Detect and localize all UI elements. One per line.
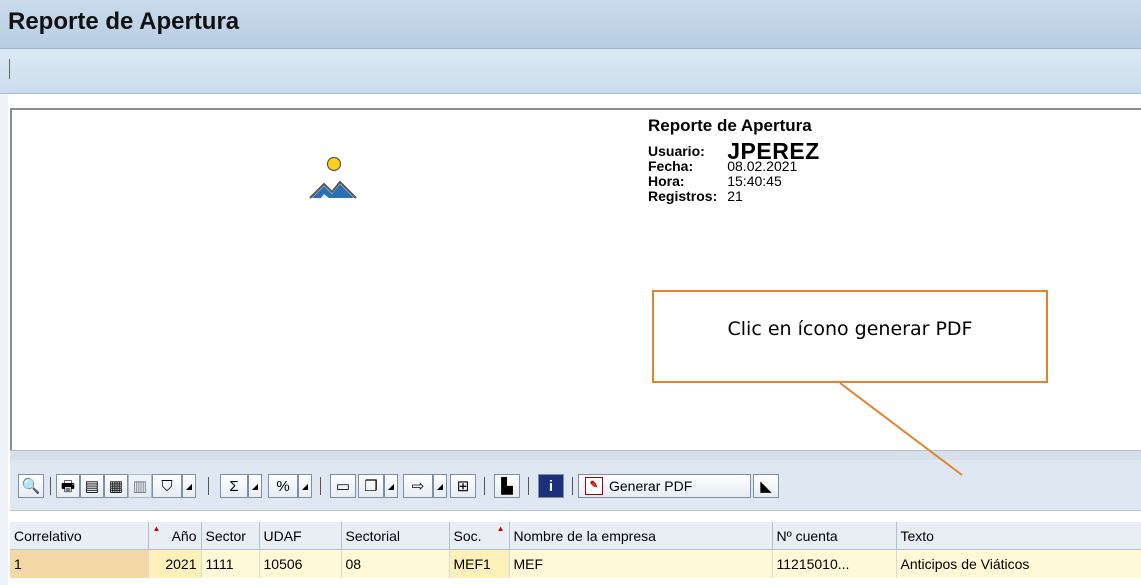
toolbar-separator (528, 477, 529, 495)
filter-dropdown[interactable]: ◢ (182, 474, 196, 498)
layout-icon: ▥ (132, 477, 148, 495)
table-cell[interactable]: 1111 (201, 549, 260, 578)
spreadsheet-button[interactable]: ⊞ (450, 474, 476, 498)
graphic-button[interactable]: ◣ (753, 474, 779, 498)
picture-placeholder-icon (309, 156, 357, 199)
export-dropdown[interactable]: ◢ (433, 474, 447, 498)
print-preview-icon: ▭ (335, 477, 351, 495)
spreadsheet-icon: ⊞ (456, 477, 470, 495)
subtotal-icon: % (276, 477, 290, 495)
toolbar-separator (208, 477, 209, 495)
view-button[interactable]: ▤ (80, 474, 104, 498)
callout-text: Clic en ícono generar PDF (727, 318, 973, 340)
grid-header-row: Correlativo ▲ Año Sector UDAF Sectorial S… (10, 522, 1141, 550)
time-value: 15:40:45 (727, 173, 782, 189)
report-header-panel: Reporte de Apertura Usuario: JPEREZ Fech… (10, 108, 1141, 450)
column-header[interactable]: Nº cuenta (772, 522, 897, 550)
toolbar-separator (484, 477, 485, 495)
graphic-icon: ◣ (760, 477, 772, 495)
triangle-down-icon: ◢ (185, 481, 193, 491)
column-header[interactable]: UDAF (259, 522, 342, 550)
generar-pdf-label: Generar PDF (609, 478, 693, 494)
triangle-down-icon: ◢ (387, 481, 395, 491)
report-grid: Correlativo ▲ Año Sector UDAF Sectorial S… (10, 522, 1141, 578)
column-header[interactable]: Soc. ▲ (449, 522, 510, 550)
print-preview-button[interactable]: ▭ (330, 474, 356, 498)
time-label: Hora: (648, 173, 685, 189)
table-cell[interactable]: Anticipos de Viáticos (896, 549, 1141, 578)
pdf-icon: ✎ (585, 477, 603, 495)
sum-icon: Σ (229, 477, 239, 495)
user-value: JPEREZ (727, 138, 820, 164)
generar-pdf-button[interactable]: ✎ Generar PDF (578, 474, 751, 498)
date-label: Fecha: (648, 158, 694, 174)
layout-button[interactable]: ▥ (128, 474, 152, 498)
report-title: Reporte de Apertura (648, 116, 812, 135)
word-processing-icon: ❐ (364, 477, 378, 495)
export-button[interactable]: ⇨ (403, 474, 433, 498)
title-bar: Reporte de Apertura (0, 0, 1141, 49)
word-processing-button[interactable]: ❐ (358, 474, 384, 498)
user-label: Usuario: (648, 143, 705, 159)
filter-icon: ⛉ (161, 477, 173, 495)
toolbar-separator (50, 477, 51, 495)
sum-button[interactable]: Σ (220, 474, 248, 498)
sum-dropdown[interactable]: ◢ (248, 474, 262, 498)
toolbar-separator (320, 477, 321, 495)
subtotal-button[interactable]: % (268, 474, 298, 498)
report-meta-table: Usuario: JPEREZ Fecha: 08.02.2021 Hora: … (648, 138, 820, 204)
instruction-callout: Clic en ícono generar PDF (652, 290, 1048, 383)
records-label: Registros: (648, 188, 718, 204)
print-icon: 🖶 (60, 477, 76, 495)
records-value: 21 (727, 188, 743, 204)
grid-toolbar: 🔍 🖶 ▤ ▦ ▥ ⛉ ◢ Σ ◢ % ◢ ▭ ❐ ◢ ⇨ ◢ ⊞ ▙ i ✎ … (10, 460, 1141, 511)
details-icon: 🔍 (21, 477, 41, 495)
info-button[interactable]: i (538, 474, 564, 498)
subtotal-dropdown[interactable]: ◢ (298, 474, 312, 498)
table-cell[interactable]: 1 (10, 549, 149, 578)
column-header[interactable]: Nombre de la empresa (509, 522, 773, 550)
sort-ascending-icon: ▲ (152, 524, 161, 533)
column-header[interactable]: Sector (201, 522, 260, 550)
table-cell[interactable]: 11215010... (772, 549, 897, 578)
abc-analysis-icon: ▙ (501, 477, 513, 495)
print-button[interactable]: 🖶 (56, 474, 80, 498)
table-cell[interactable]: MEF (509, 549, 773, 578)
table-cell[interactable]: 2021 (148, 549, 202, 578)
column-header[interactable]: Sectorial (341, 522, 450, 550)
column-header[interactable]: Correlativo (10, 522, 149, 550)
triangle-down-icon: ◢ (436, 481, 444, 491)
toolbar-separator (9, 59, 10, 79)
column-header[interactable]: Texto (896, 522, 1141, 550)
save-layout-icon: ▦ (108, 477, 124, 495)
abc-analysis-button[interactable]: ▙ (494, 474, 520, 498)
column-header-label: Año (171, 527, 197, 544)
info-icon: i (548, 477, 554, 495)
window-title: Reporte de Apertura (8, 8, 240, 35)
toolbar-separator (572, 477, 573, 495)
save-layout-button[interactable]: ▦ (104, 474, 128, 498)
left-border (0, 94, 8, 585)
triangle-down-icon: ◢ (251, 481, 259, 491)
view-icon: ▤ (84, 477, 100, 495)
word-processing-dropdown[interactable]: ◢ (384, 474, 398, 498)
table-cell[interactable]: 10506 (259, 549, 342, 578)
report-header-info: Reporte de Apertura Usuario: JPEREZ Fech… (648, 116, 820, 204)
table-cell[interactable]: 08 (341, 549, 450, 578)
column-header-label: Soc. (453, 527, 482, 544)
table-row[interactable]: 1 2021 1111 10506 08 MEF1 MEF 11215010..… (10, 549, 1141, 578)
table-cell[interactable]: MEF1 (449, 549, 510, 578)
column-header[interactable]: ▲ Año (148, 522, 202, 550)
application-toolbar (0, 49, 1141, 94)
filter-button[interactable]: ⛉ (152, 474, 182, 498)
triangle-down-icon: ◢ (301, 481, 309, 491)
details-button[interactable]: 🔍 (18, 474, 44, 498)
sort-ascending-icon: ▲ (496, 524, 505, 533)
export-icon: ⇨ (411, 477, 425, 495)
